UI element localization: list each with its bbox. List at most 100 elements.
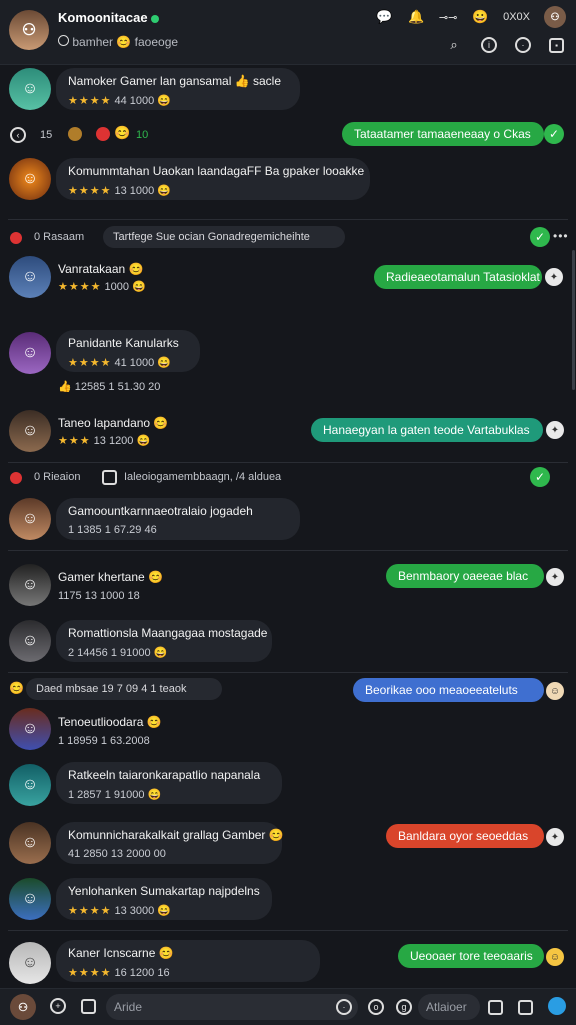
message-bubble[interactable]: Kaner Icnscarne 😊 ★★★★ 16 1200 16 [56,940,320,982]
attach-icon[interactable]: + [50,998,66,1014]
top-right-text: 0X0X [503,11,530,23]
sent-message-bubble[interactable]: Banldara oyor seoeddas [386,824,544,848]
message-bubble[interactable]: Panidante Kanularks ★★★★ 41 1000 😄 [56,330,200,372]
avatar[interactable]: ☺ [9,942,51,984]
avatar[interactable]: ☺ [9,498,51,540]
info-icon[interactable]: i [481,37,497,53]
sticker-icon[interactable] [81,999,96,1014]
composer-bar: ⚇ + Aride · o g Atlaioer [0,988,576,1025]
emoji-picker-icon[interactable]: · [336,999,352,1015]
message-text: Komunnicharakalkait grallag Gamber 😊 [68,828,284,842]
reaction-icon[interactable]: ✦ [545,268,563,286]
chat-header: ⚇ Komoonitacae bamher 😊 faoeoge 💬 🔔 ⊸⊸ 😀… [0,0,576,65]
avatar[interactable]: ☺ [9,564,51,606]
avatar[interactable]: ☺ [9,708,51,750]
square-icon [102,470,117,485]
search-icon[interactable]: ⌕ [445,36,463,54]
sent-message-bubble[interactable]: Tataatamer tamaaeneaay o Ckas [342,122,544,146]
gif-icon[interactable]: g [396,999,412,1015]
reply-icon[interactable]: ‹ [10,127,26,143]
message-input[interactable]: Aride [106,994,358,1020]
message-text: Gamer khertane 😊 [58,570,163,584]
avatar[interactable]: ☺ [9,158,51,200]
avatar[interactable]: ⚇ [544,6,566,28]
secondary-input[interactable]: Atlaioer [418,994,480,1020]
header-action-icons: ⌕ i · ▪ [445,36,564,54]
camera-icon[interactable]: o [368,999,384,1015]
link-icon[interactable]: ⊸⊸ [439,8,457,26]
message-bubble[interactable]: Romattionsla Maangagaa mostagade 2 14456… [56,620,272,662]
avatar[interactable]: ☺ [9,764,51,806]
reaction-icon[interactable]: ✦ [546,421,564,439]
message-meta: ★★★★ 13 1000 😄 [68,185,172,197]
more-icon[interactable]: ••• [553,229,569,243]
avatar[interactable]: ☺ [9,822,51,864]
chat-title: Komoonitacae [58,10,159,25]
notification-badge-icon[interactable]: 💬 [375,8,393,26]
avatar[interactable]: ☺ [9,256,51,298]
message-bubble[interactable]: Komunnicharakalkait grallag Gamber 😊 41 … [56,822,284,864]
file-icon[interactable] [518,1000,533,1015]
system-text: 0 Rieaion [34,471,81,483]
message-text: Panidante Kanularks [68,336,179,350]
message-text: Yenlohanken Sumakartap najpdelns [68,884,260,898]
message-bubble[interactable]: Namoker Gamer lan gansamal 👍 sacle ★★★★ … [56,68,300,110]
reaction-icon[interactable]: ☺ [546,682,564,700]
gallery-icon[interactable] [488,1000,503,1015]
divider [8,672,568,673]
message-text: Taneo lapandano 😊 [58,416,169,430]
bell-icon[interactable]: 🔔 [407,8,425,26]
message-bubble[interactable]: Gamoountkarnnaeotralaio jogadeh 1 1385 1… [56,498,300,540]
record-icon [10,472,22,484]
count-text: 10 [136,129,149,141]
avatar[interactable]: ☺ [9,878,51,920]
message-text: Namoker Gamer lan gansamal 👍 sacle [68,74,282,88]
message-meta: 1175 13 1000 18 [58,590,140,602]
clock-icon[interactable]: · [515,37,531,53]
avatar[interactable]: ☺ [9,68,51,110]
message-bubble[interactable]: Yenlohanken Sumakartap najpdelns ★★★★ 13… [56,878,272,920]
message-bubble[interactable]: Komummtahan Uaokan laandagaFF Ba gpaker … [56,158,370,200]
check-icon: ✓ [544,124,564,144]
message-text: Tenoeutlioodara 😊 [58,715,162,729]
message-text: Kaner Icnscarne 😊 [68,946,174,960]
message-text: Vanratakaan 😊 [58,262,144,276]
message-bubble[interactable]: Ratkeeln taiaronkarapatlio napanala 1 28… [56,762,282,804]
system-pill: Daed mbsae 19 7 09 4 1 teaok [26,678,222,700]
reaction-icon[interactable]: ✦ [546,828,564,846]
message-meta: ★★★★ 13 3000 😄 [68,905,172,917]
square-icon[interactable]: ▪ [549,37,564,53]
message-meta: ★★★ 13 1200 😄 [58,435,151,447]
face-icon[interactable]: 😀 [471,8,489,26]
rating-stars: ★★★★ [68,905,112,917]
avatar[interactable]: ☺ [9,620,51,662]
send-icon[interactable] [548,997,566,1015]
system-text: Ialeoiogamembbaagn, /4 alduea [124,471,282,483]
sent-message-bubble[interactable]: Beorikae ooo meaoeeateluts [353,678,544,702]
divider [8,219,568,220]
emoji-icon: 😊 [114,125,131,140]
avatar[interactable]: ⚇ [9,10,49,50]
count-text: 15 [40,129,53,141]
sent-message-bubble[interactable]: Benmbaory oaeeae blac [386,564,544,588]
sent-message-bubble[interactable]: Radieaeotamalun Tatasioklat [374,265,542,289]
record-icon [96,127,110,141]
sent-message-bubble[interactable]: Hanaegyan la gaten teode Vartabuklas [311,418,543,442]
rating-stars: ★★★★ [68,967,112,979]
divider [8,550,568,551]
message-meta: 👍 12585 1 51.30 20 [58,381,161,393]
reaction-icon[interactable]: ✦ [546,568,564,586]
check-icon: ✓ [530,227,550,247]
emoji-icon: 😊 [116,35,132,49]
avatar[interactable]: ☺ [9,332,51,374]
avatar[interactable]: ☺ [9,410,51,452]
online-indicator [150,14,159,23]
avatar[interactable]: ⚇ [10,994,36,1020]
reaction-icon[interactable]: ☺ [546,948,564,966]
rating-stars: ★★★★ [68,95,112,107]
sent-message-bubble[interactable]: Ueooaer tore teeoaaris [398,944,544,968]
scrollbar[interactable] [572,250,575,390]
system-pill[interactable]: Tartfege Sue ocian Gonadregemicheihte [103,226,345,248]
check-icon: ✓ [530,467,550,487]
message-meta: 41 2850 13 2000 00 [68,848,166,860]
